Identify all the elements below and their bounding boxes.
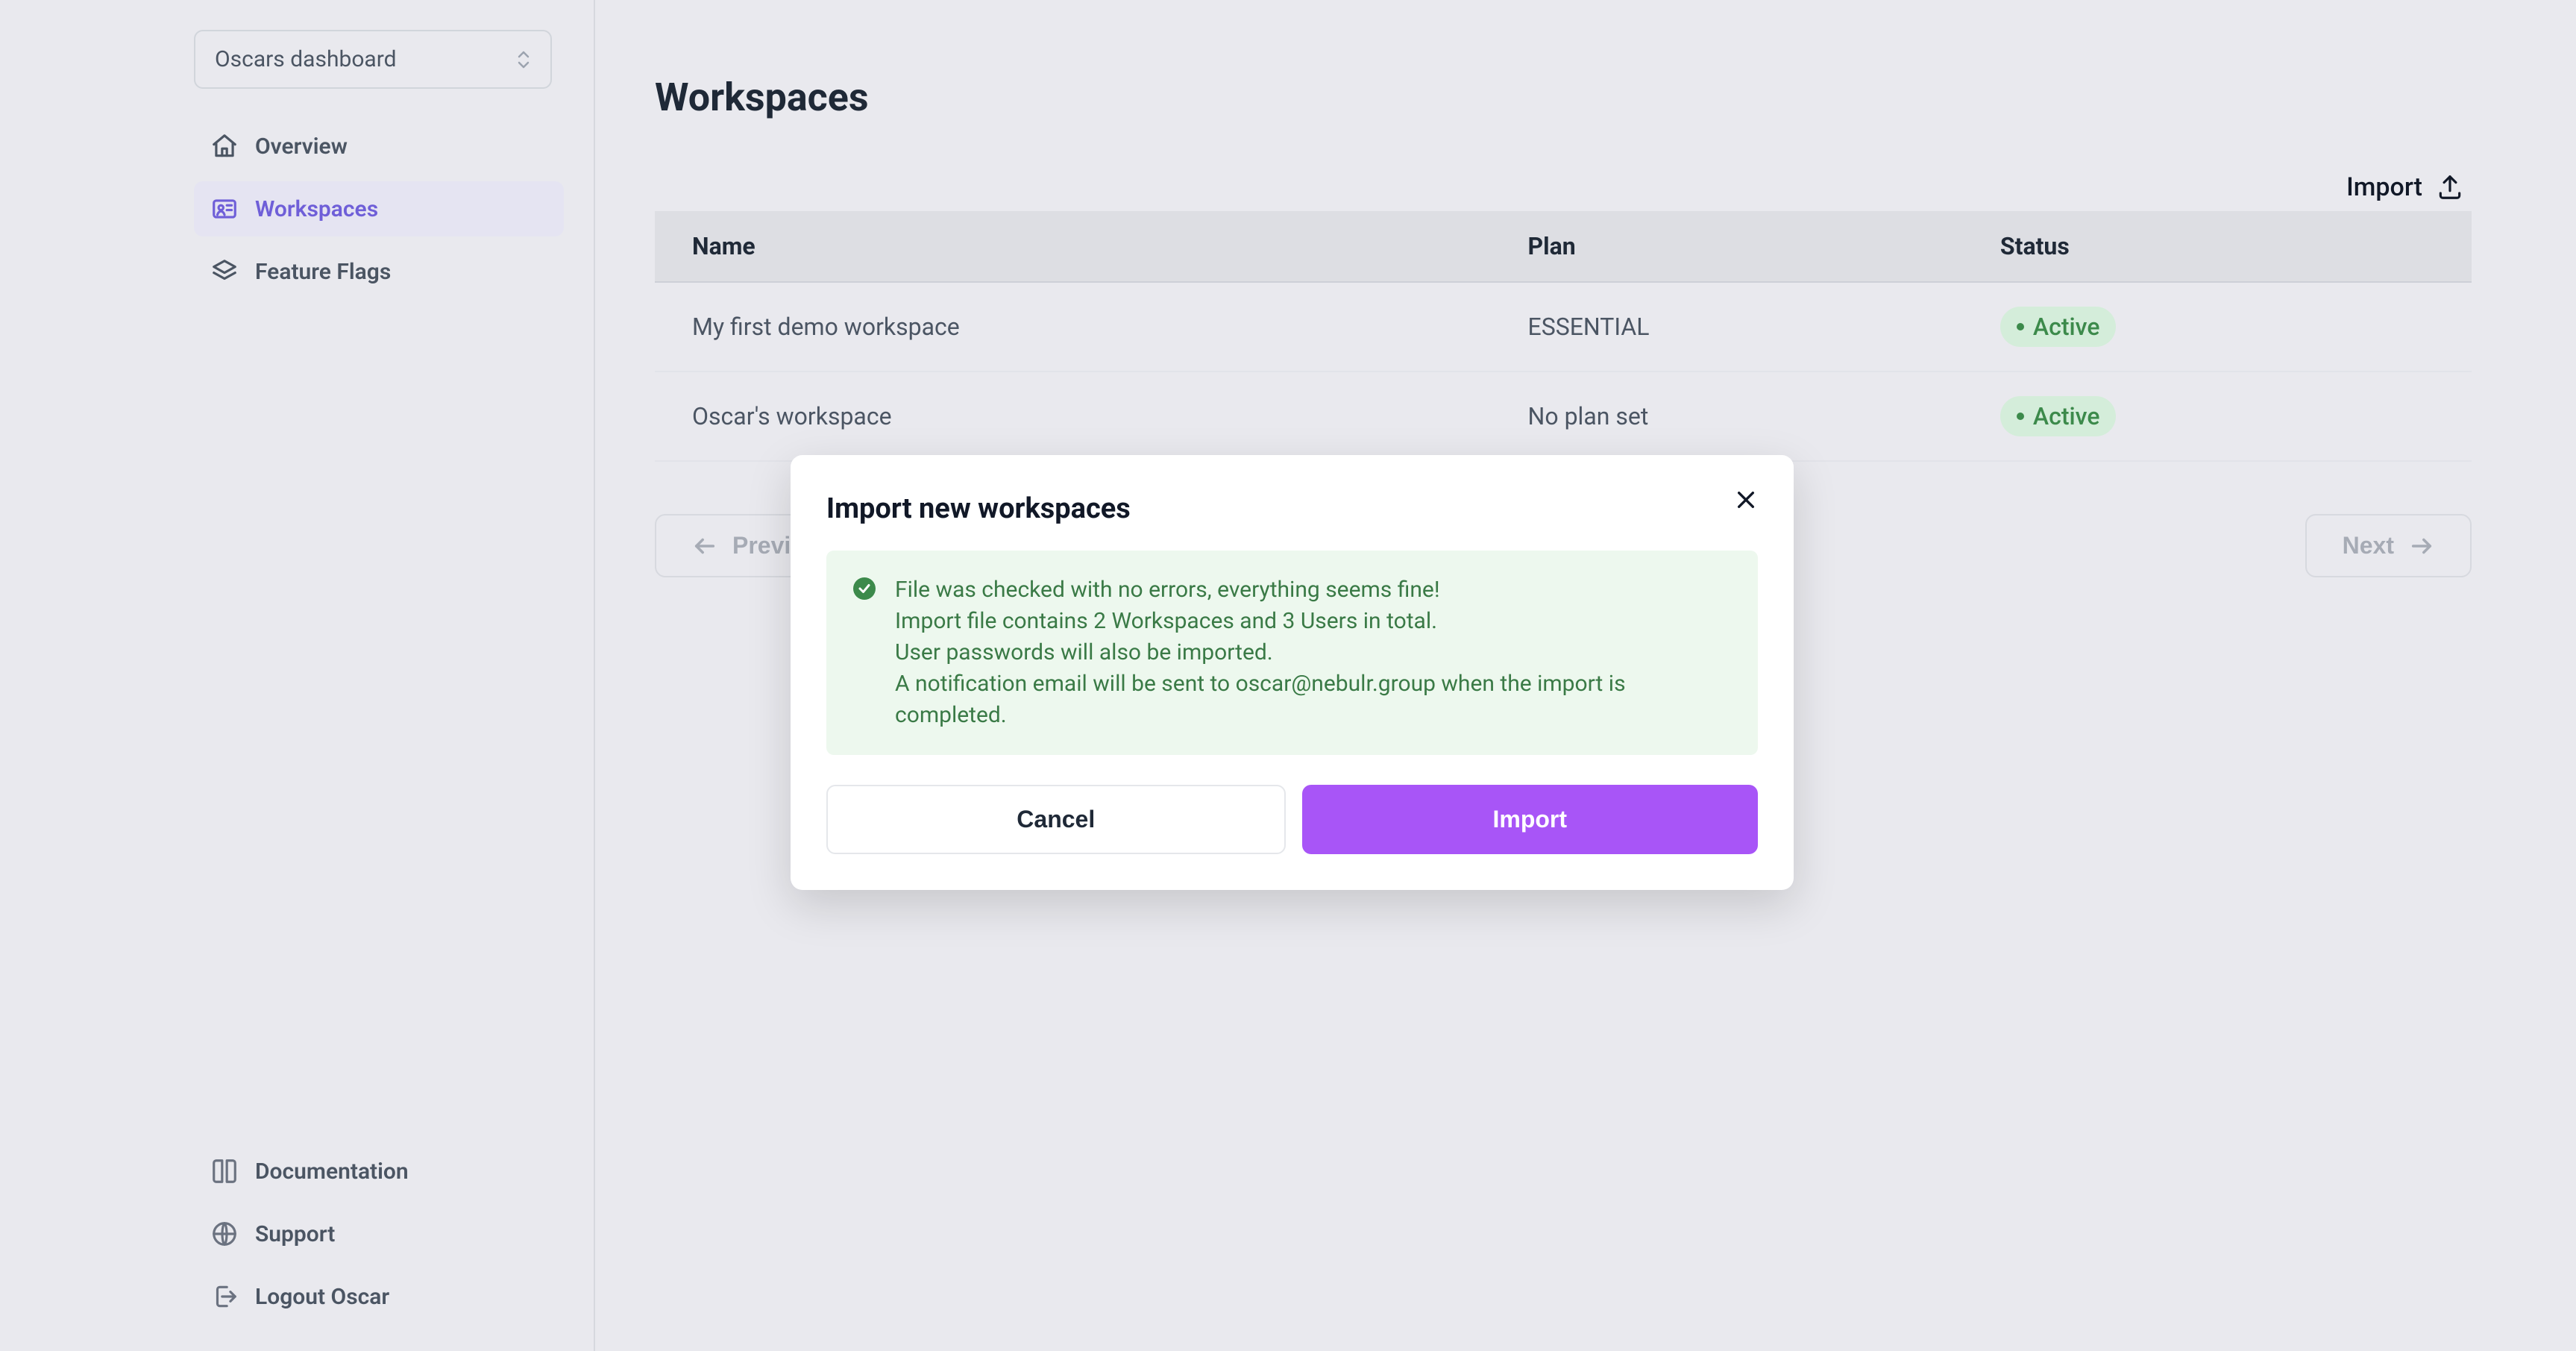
cell-name: My first demo workspace xyxy=(655,282,1491,372)
sidebar-item-label: Logout Oscar xyxy=(255,1284,389,1310)
logout-icon xyxy=(210,1282,239,1311)
dashboard-selector-label: Oscars dashboard xyxy=(215,46,397,72)
cell-status: Active xyxy=(1963,282,2472,372)
globe-icon xyxy=(210,1220,239,1248)
id-card-icon xyxy=(210,195,239,223)
sidebar-item-label: Workspaces xyxy=(255,196,378,222)
modal-close-button[interactable] xyxy=(1734,488,1758,515)
sidebar-item-logout[interactable]: Logout Oscar xyxy=(194,1272,564,1321)
check-circle-icon xyxy=(853,577,876,600)
sidebar-item-feature-flags[interactable]: Feature Flags xyxy=(194,244,564,299)
success-line: User passwords will also be imported. xyxy=(895,637,1731,668)
sidebar-item-label: Support xyxy=(255,1221,335,1247)
close-icon xyxy=(1734,488,1758,512)
import-action-row: Import xyxy=(655,172,2472,202)
sidebar-item-label: Feature Flags xyxy=(255,259,391,285)
workspaces-table: Name Plan Status My first demo workspace… xyxy=(655,211,2472,462)
sidebar-nav: Overview Workspaces Feature Flags xyxy=(194,119,564,299)
import-modal: Import new workspaces File was checked w… xyxy=(791,455,1794,890)
sidebar-item-workspaces[interactable]: Workspaces xyxy=(194,181,564,236)
status-dot-icon xyxy=(2017,413,2024,420)
sidebar-item-support[interactable]: Support xyxy=(194,1209,564,1258)
sidebar-bottom: Documentation Support Logout Oscar xyxy=(194,1147,564,1321)
status-dot-icon xyxy=(2017,323,2024,330)
dashboard-selector[interactable]: Oscars dashboard xyxy=(194,30,552,89)
column-header-name: Name xyxy=(655,211,1491,282)
sidebar-item-overview[interactable]: Overview xyxy=(194,119,564,174)
book-icon xyxy=(210,1157,239,1185)
modal-actions: Cancel Import xyxy=(826,785,1758,854)
sidebar-item-documentation[interactable]: Documentation xyxy=(194,1147,564,1196)
sidebar: Oscars dashboard Overview Workspaces xyxy=(0,0,595,1351)
next-button[interactable]: Next xyxy=(2305,514,2472,577)
modal-title: Import new workspaces xyxy=(826,492,1758,525)
status-text: Active xyxy=(2033,313,2100,341)
import-label: Import xyxy=(2346,172,2422,202)
success-panel: File was checked with no errors, everyth… xyxy=(826,551,1758,755)
import-button[interactable]: Import xyxy=(2346,172,2464,202)
status-badge: Active xyxy=(2000,307,2117,347)
layers-icon xyxy=(210,257,239,286)
cancel-button[interactable]: Cancel xyxy=(826,785,1286,854)
sidebar-item-label: Documentation xyxy=(255,1159,409,1185)
success-line: File was checked with no errors, everyth… xyxy=(895,574,1731,606)
sidebar-item-label: Overview xyxy=(255,134,348,160)
success-line: Import file contains 2 Workspaces and 3 … xyxy=(895,606,1731,637)
cell-plan: ESSENTIAL xyxy=(1491,282,1963,372)
cell-name: Oscar's workspace xyxy=(655,372,1491,461)
success-text: File was checked with no errors, everyth… xyxy=(895,574,1731,731)
arrow-right-icon xyxy=(2409,533,2434,559)
column-header-plan: Plan xyxy=(1491,211,1963,282)
chevron-updown-icon xyxy=(516,50,531,69)
cell-plan: No plan set xyxy=(1491,372,1963,461)
arrow-left-icon xyxy=(692,533,717,559)
column-header-status: Status xyxy=(1963,211,2472,282)
status-text: Active xyxy=(2033,402,2100,430)
cell-status: Active xyxy=(1963,372,2472,461)
home-icon xyxy=(210,132,239,160)
table-row[interactable]: Oscar's workspace No plan set Active xyxy=(655,372,2472,461)
confirm-import-button[interactable]: Import xyxy=(1302,785,1759,854)
upload-icon xyxy=(2436,173,2464,201)
table-row[interactable]: My first demo workspace ESSENTIAL Active xyxy=(655,282,2472,372)
status-badge: Active xyxy=(2000,396,2117,436)
next-label: Next xyxy=(2343,532,2394,559)
page-title: Workspaces xyxy=(655,75,2472,120)
success-line: A notification email will be sent to osc… xyxy=(895,668,1731,731)
